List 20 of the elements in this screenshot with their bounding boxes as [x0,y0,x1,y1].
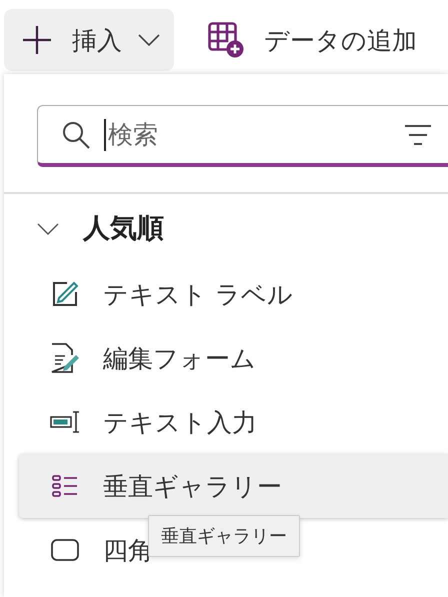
add-data-button[interactable]: データの追加 [190,9,431,71]
plus-icon [22,25,52,55]
text-input-icon [50,411,80,433]
document-pencil-icon [50,343,80,373]
search-icon [62,120,90,148]
filter-icon [404,124,432,146]
chevron-down-icon [138,34,160,46]
pencil-square-icon [52,281,78,307]
table-add-icon [208,22,244,58]
section-title: 人気順 [83,212,164,246]
menu-item[interactable]: テキスト入力 [103,406,257,438]
insert-button[interactable]: 挿入 [4,9,174,71]
search-field[interactable]: 検索 [37,105,448,167]
menu-item[interactable]: テキスト ラベル [103,278,293,310]
rectangle-icon [51,539,79,561]
list-icon [52,475,78,497]
search-input[interactable]: 検索 [104,118,390,150]
tooltip: 垂直ギャラリー [148,515,300,557]
menu-item[interactable]: 垂直ギャラリー [19,454,448,518]
menu-item[interactable]: 編集フォーム [103,342,256,374]
